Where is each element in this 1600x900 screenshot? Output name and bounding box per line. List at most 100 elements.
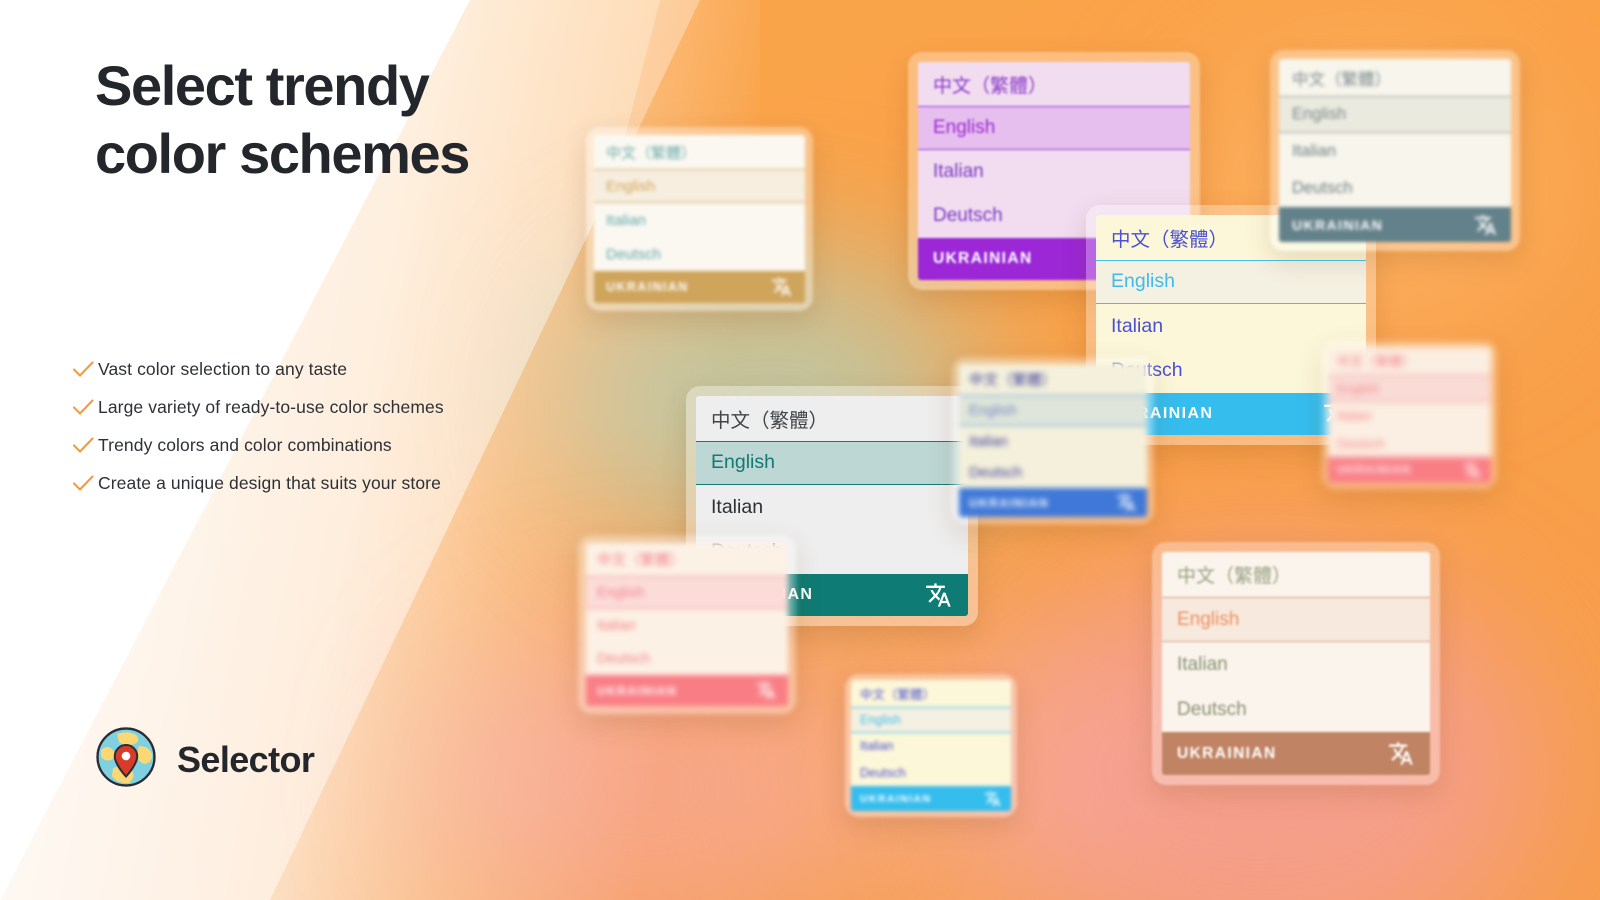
globe-pin-icon: [95, 726, 157, 793]
dropdown-option-option[interactable]: Italian: [1279, 133, 1511, 170]
feature-label: Vast color selection to any taste: [98, 358, 348, 379]
dropdown-option-label: Italian: [1337, 408, 1372, 424]
feature-item: Large variety of ready-to-use color sche…: [68, 388, 538, 426]
dropdown-card-blue[interactable]: 中文（繁體） English Italian Deutsch UKRAINIAN: [952, 357, 1154, 524]
dropdown-option-label: Deutsch: [969, 464, 1023, 481]
feature-item: Create a unique design that suits your s…: [68, 464, 538, 502]
dropdown-option-selected[interactable]: English: [696, 440, 968, 485]
dropdown-option-selected[interactable]: English: [1096, 259, 1366, 304]
dropdown-option-option[interactable]: Italian: [851, 733, 1011, 760]
dropdown-option-option[interactable]: Deutsch: [594, 237, 805, 271]
dropdown-option-option[interactable]: Deutsch: [1328, 429, 1491, 457]
dropdown-option-label: 中文（繁體）: [1292, 70, 1391, 89]
dropdown-card-tan[interactable]: 中文（繁體） English Italian Deutsch UKRAINIAN: [1152, 542, 1440, 785]
dropdown-option-option[interactable]: Deutsch: [851, 759, 1011, 786]
check-icon: [68, 392, 98, 422]
dropdown-footer-ukrainian[interactable]: UKRAINIAN: [1328, 457, 1491, 483]
feature-list: Vast color selection to any taste Large v…: [68, 350, 538, 502]
dropdown-option-header[interactable]: 中文（繁體）: [959, 364, 1147, 395]
feature-label: Create a unique design that suits your s…: [98, 472, 441, 493]
dropdown-option-label: 中文（繁體）: [969, 373, 1056, 389]
left-content-panel: Select trendy color schemes Vast color s…: [0, 0, 560, 900]
translate-icon[interactable]: [771, 276, 793, 298]
dropdown-option-option[interactable]: Italian: [696, 485, 968, 530]
dropdown-option-header[interactable]: 中文（繁體）: [851, 680, 1011, 707]
dropdown-option-label: English: [1292, 105, 1347, 123]
dropdown-option-option[interactable]: Italian: [1162, 642, 1430, 687]
dropdown-card-pink-left[interactable]: 中文（繁體） English Italian Deutsch UKRAINIAN: [578, 535, 796, 714]
dropdown-footer-ukrainian[interactable]: UKRAINIAN: [851, 786, 1011, 811]
dropdown-footer-ukrainian[interactable]: UKRAINIAN: [1279, 207, 1511, 242]
dropdown-list: 中文（繁體） English Italian Deutsch UKRAINIAN: [586, 543, 788, 706]
translate-icon[interactable]: [1116, 492, 1137, 513]
dropdown-option-selected[interactable]: English: [1279, 96, 1511, 133]
dropdown-option-option[interactable]: Italian: [586, 609, 788, 642]
dropdown-option-option[interactable]: Deutsch: [586, 642, 788, 675]
dropdown-footer-ukrainian[interactable]: UKRAINIAN: [586, 675, 788, 706]
translate-icon[interactable]: [925, 581, 953, 609]
translate-icon[interactable]: [984, 790, 1002, 808]
dropdown-footer-ukrainian[interactable]: UKRAINIAN: [1162, 732, 1430, 775]
dropdown-option-option[interactable]: Italian: [918, 150, 1190, 194]
dropdown-list: 中文（繁體） English Italian Deutsch UKRAINIAN: [1279, 59, 1511, 242]
dropdown-option-label: 中文（繁體）: [711, 409, 829, 432]
dropdown-option-label: English: [711, 451, 775, 474]
dropdown-option-label: 中文（繁體）: [1111, 228, 1229, 251]
dropdown-card-khaki[interactable]: 中文（繁體） English Italian Deutsch UKRAINIAN: [586, 127, 813, 311]
dropdown-footer-label: UKRAINIAN: [597, 683, 677, 698]
dropdown-option-selected[interactable]: English: [918, 106, 1190, 150]
dropdown-option-header[interactable]: 中文（繁體）: [594, 135, 805, 169]
dropdown-option-label: Italian: [1111, 314, 1164, 337]
dropdown-option-label: Deutsch: [1177, 698, 1247, 720]
translate-icon[interactable]: [1474, 213, 1498, 237]
dropdown-option-selected[interactable]: English: [959, 395, 1147, 426]
dropdown-option-option[interactable]: Italian: [1328, 402, 1491, 430]
dropdown-option-header[interactable]: 中文（繁體）: [696, 396, 968, 441]
dropdown-option-option[interactable]: Italian: [959, 426, 1147, 457]
dropdown-option-selected[interactable]: English: [851, 706, 1011, 733]
page-title: Select trendy color schemes: [95, 54, 470, 186]
dropdown-footer-label: UKRAINIAN: [1337, 464, 1412, 476]
dropdown-option-option[interactable]: Italian: [594, 203, 805, 237]
dropdown-option-option[interactable]: Italian: [1096, 304, 1366, 349]
dropdown-footer-ukrainian[interactable]: UKRAINIAN: [594, 271, 805, 303]
dropdown-option-option[interactable]: Deutsch: [959, 457, 1147, 488]
dropdown-option-option[interactable]: Deutsch: [1162, 687, 1430, 732]
dropdown-option-option[interactable]: Deutsch: [1279, 170, 1511, 207]
dropdown-option-header[interactable]: 中文（繁體）: [1328, 347, 1491, 375]
dropdown-option-label: Italian: [606, 211, 647, 229]
dropdown-footer-label: UKRAINIAN: [1177, 744, 1277, 762]
dropdown-option-label: Deutsch: [606, 245, 662, 263]
dropdown-option-label: Italian: [1177, 653, 1228, 675]
dropdown-option-header[interactable]: 中文（繁體）: [1162, 552, 1430, 597]
dropdown-option-header[interactable]: 中文（繁體）: [918, 62, 1190, 106]
dropdown-option-label: 中文（繁體）: [860, 687, 936, 702]
dropdown-option-selected[interactable]: English: [586, 576, 788, 609]
dropdown-option-label: Deutsch: [1292, 179, 1353, 197]
feature-label: Trendy colors and color combinations: [98, 434, 392, 455]
dropdown-option-label: Italian: [969, 433, 1008, 450]
dropdown-option-label: Deutsch: [860, 765, 906, 780]
dropdown-option-selected[interactable]: English: [1162, 597, 1430, 642]
dropdown-option-header[interactable]: 中文（繁體）: [586, 543, 788, 576]
dropdown-option-label: English: [1111, 270, 1175, 293]
feature-item: Trendy colors and color combinations: [68, 426, 538, 464]
dropdown-option-header[interactable]: 中文（繁體）: [1279, 59, 1511, 96]
dropdown-option-selected[interactable]: English: [1328, 374, 1491, 402]
dropdown-option-label: 中文（繁體）: [933, 75, 1048, 97]
dropdown-option-label: English: [969, 402, 1017, 419]
dropdown-card-cyan-small[interactable]: 中文（繁體） English Italian Deutsch UKRAINIAN: [845, 674, 1017, 817]
dropdown-footer-ukrainian[interactable]: UKRAINIAN: [959, 488, 1147, 517]
dropdown-option-label: English: [1177, 608, 1240, 630]
dropdown-card-slate[interactable]: 中文（繁體） English Italian Deutsch UKRAINIAN: [1270, 50, 1520, 251]
translate-icon[interactable]: [1388, 740, 1415, 767]
dropdown-card-pink-right[interactable]: 中文（繁體） English Italian Deutsch UKRAINIAN: [1322, 341, 1497, 489]
dropdown-list: 中文（繁體） English Italian Deutsch UKRAINIAN: [1162, 552, 1430, 775]
translate-icon[interactable]: [756, 680, 777, 701]
translate-icon[interactable]: [1463, 461, 1482, 480]
dropdown-option-label: 中文（繁體）: [1177, 566, 1292, 587]
check-icon: [68, 468, 98, 498]
check-icon: [68, 354, 98, 384]
dropdown-option-selected[interactable]: English: [594, 169, 805, 203]
dropdown-footer-label: UKRAINIAN: [1292, 216, 1384, 233]
